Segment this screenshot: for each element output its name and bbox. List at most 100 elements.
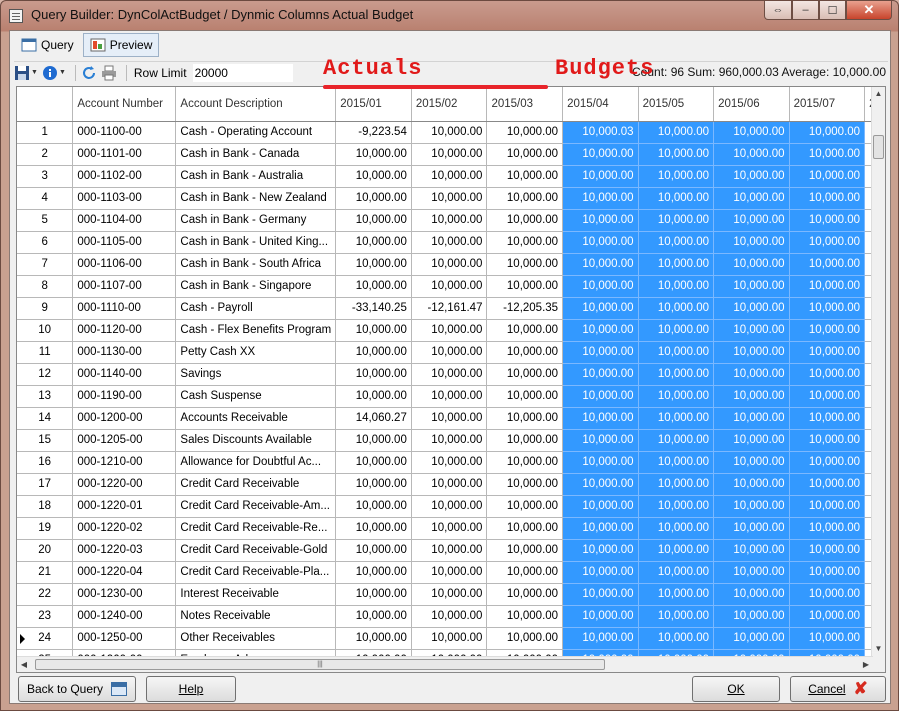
actual-cell[interactable]: 10,000.00: [411, 187, 488, 210]
account-number-cell[interactable]: 000-1103-00: [72, 187, 177, 210]
budget-cell[interactable]: 10,000.00: [562, 561, 639, 584]
account-number-cell[interactable]: 000-1250-00: [72, 627, 177, 650]
column-header[interactable]: 2015/05: [638, 87, 715, 122]
actual-cell[interactable]: 10,000.00: [411, 583, 488, 606]
row-number[interactable]: 7: [17, 253, 74, 276]
account-description-cell[interactable]: Credit Card Receivable-Re...: [175, 517, 337, 540]
budget-cell[interactable]: 10,000.00: [638, 473, 715, 496]
row-number[interactable]: 22: [17, 583, 74, 606]
budget-cell[interactable]: 10,000.00: [713, 451, 790, 474]
account-description-cell[interactable]: Credit Card Receivable-Pla...: [175, 561, 337, 584]
account-description-cell[interactable]: Notes Receivable: [175, 605, 337, 628]
table-row[interactable]: 21 000-1220-04 Credit Card Receivable-Pla.…: [17, 561, 885, 584]
budget-cell[interactable]: 10,000.00: [713, 165, 790, 188]
row-limit-input[interactable]: [192, 63, 293, 82]
budget-cell[interactable]: 10,000.00: [713, 231, 790, 254]
actual-cell[interactable]: 10,000.00: [486, 583, 564, 606]
actual-cell[interactable]: 10,000.00: [486, 319, 564, 342]
table-row[interactable]: 22 000-1230-00 Interest Receivable 10,000.0…: [17, 583, 885, 606]
account-number-cell[interactable]: 000-1230-00: [72, 583, 177, 606]
budget-cell[interactable]: 10,000.00: [789, 583, 866, 606]
budget-cell[interactable]: 10,000.00: [562, 429, 639, 452]
account-description-cell[interactable]: Petty Cash XX: [175, 341, 337, 364]
budget-cell[interactable]: 10,000.00: [562, 187, 639, 210]
scroll-up-icon[interactable]: ▲: [872, 87, 885, 101]
account-description-cell[interactable]: Cash in Bank - Singapore: [175, 275, 337, 298]
row-number[interactable]: 8: [17, 275, 74, 298]
budget-cell[interactable]: 10,000.00: [562, 143, 639, 166]
row-number[interactable]: 23: [17, 605, 74, 628]
account-number-cell[interactable]: 000-1210-00: [72, 451, 177, 474]
actual-cell[interactable]: -33,140.25: [335, 297, 412, 320]
account-number-cell[interactable]: 000-1200-00: [72, 407, 177, 430]
budget-cell[interactable]: 10,000.00: [638, 209, 715, 232]
account-number-cell[interactable]: 000-1205-00: [72, 429, 177, 452]
budget-cell[interactable]: 10,000.00: [638, 539, 715, 562]
table-row[interactable]: 18 000-1220-01 Credit Card Receivable-Am..…: [17, 495, 885, 518]
budget-cell[interactable]: 10,000.00: [789, 605, 866, 628]
actual-cell[interactable]: 10,000.00: [335, 517, 412, 540]
account-number-cell[interactable]: 000-1106-00: [72, 253, 177, 276]
budget-cell[interactable]: 10,000.00: [713, 517, 790, 540]
table-row[interactable]: 4 000-1103-00 Cash in Bank - New Zealand 10…: [17, 187, 885, 210]
budget-cell[interactable]: 10,000.00: [789, 495, 866, 518]
budget-cell[interactable]: 10,000.00: [789, 187, 866, 210]
budget-cell[interactable]: 10,000.00: [562, 275, 639, 298]
budget-cell[interactable]: 10,000.00: [789, 143, 866, 166]
column-header[interactable]: 2015/06: [713, 87, 790, 122]
budget-cell[interactable]: 10,000.00: [789, 319, 866, 342]
table-row[interactable]: 12 000-1140-00 Savings 10,000.00 10,000.00 10…: [17, 363, 885, 386]
actual-cell[interactable]: 10,000.00: [411, 605, 488, 628]
actual-cell[interactable]: 10,000.00: [486, 363, 564, 386]
table-row[interactable]: 7 000-1106-00 Cash in Bank - South Africa 1…: [17, 253, 885, 276]
account-number-cell[interactable]: 000-1101-00: [72, 143, 177, 166]
budget-cell[interactable]: 10,000.00: [789, 275, 866, 298]
row-number[interactable]: 20: [17, 539, 74, 562]
actual-cell[interactable]: 10,000.00: [411, 165, 488, 188]
budget-cell[interactable]: 10,000.00: [789, 297, 866, 320]
budget-cell[interactable]: 10,000.00: [562, 209, 639, 232]
account-description-cell[interactable]: Savings: [175, 363, 337, 386]
budget-cell[interactable]: 10,000.00: [638, 143, 715, 166]
account-description-cell[interactable]: Cash in Bank - New Zealand: [175, 187, 337, 210]
budget-cell[interactable]: 10,000.00: [562, 385, 639, 408]
actual-cell[interactable]: 10,000.00: [411, 275, 488, 298]
budget-cell[interactable]: 10,000.00: [638, 627, 715, 650]
row-number[interactable]: 11: [17, 341, 74, 364]
budget-cell[interactable]: 10,000.00: [638, 407, 715, 430]
row-number[interactable]: 13: [17, 385, 74, 408]
actual-cell[interactable]: 10,000.00: [335, 143, 412, 166]
actual-cell[interactable]: 10,000.00: [411, 451, 488, 474]
budget-cell[interactable]: 10,000.00: [713, 605, 790, 628]
column-header[interactable]: 2015/03: [486, 87, 564, 122]
budget-cell[interactable]: 10,000.00: [789, 561, 866, 584]
budget-cell[interactable]: 10,000.00: [638, 429, 715, 452]
data-grid[interactable]: Account Number Account Description 2015/01…: [16, 86, 886, 673]
table-row[interactable]: 14 000-1200-00 Accounts Receivable 14,060.2…: [17, 407, 885, 430]
actual-cell[interactable]: 10,000.00: [335, 319, 412, 342]
budget-cell[interactable]: 10,000.00: [562, 451, 639, 474]
account-number-cell[interactable]: 000-1140-00: [72, 363, 177, 386]
column-header[interactable]: Account Number: [72, 87, 177, 122]
actual-cell[interactable]: 10,000.00: [486, 121, 564, 144]
account-number-cell[interactable]: 000-1105-00: [72, 231, 177, 254]
info-button[interactable]: ▼: [42, 65, 66, 81]
actual-cell[interactable]: 10,000.00: [335, 473, 412, 496]
budget-cell[interactable]: 10,000.00: [713, 253, 790, 276]
account-number-cell[interactable]: 000-1130-00: [72, 341, 177, 364]
row-number[interactable]: 5: [17, 209, 74, 232]
budget-cell[interactable]: 10,000.00: [562, 165, 639, 188]
actual-cell[interactable]: -12,205.35: [486, 297, 564, 320]
budget-cell[interactable]: 10,000.00: [638, 275, 715, 298]
actual-cell[interactable]: 10,000.00: [486, 187, 564, 210]
table-row[interactable]: 16 000-1210-00 Allowance for Doubtful Ac..…: [17, 451, 885, 474]
budget-cell[interactable]: 10,000.00: [713, 495, 790, 518]
table-row[interactable]: 24 000-1250-00 Other Receivables 10,000.00 1…: [17, 627, 885, 650]
budget-cell[interactable]: 10,000.00: [789, 121, 866, 144]
actual-cell[interactable]: -9,223.54: [335, 121, 412, 144]
actual-cell[interactable]: 10,000.00: [411, 473, 488, 496]
budget-cell[interactable]: 10,000.00: [638, 385, 715, 408]
actual-cell[interactable]: 10,000.00: [335, 561, 412, 584]
account-number-cell[interactable]: 000-1220-02: [72, 517, 177, 540]
vertical-scroll-thumb[interactable]: [873, 135, 884, 159]
